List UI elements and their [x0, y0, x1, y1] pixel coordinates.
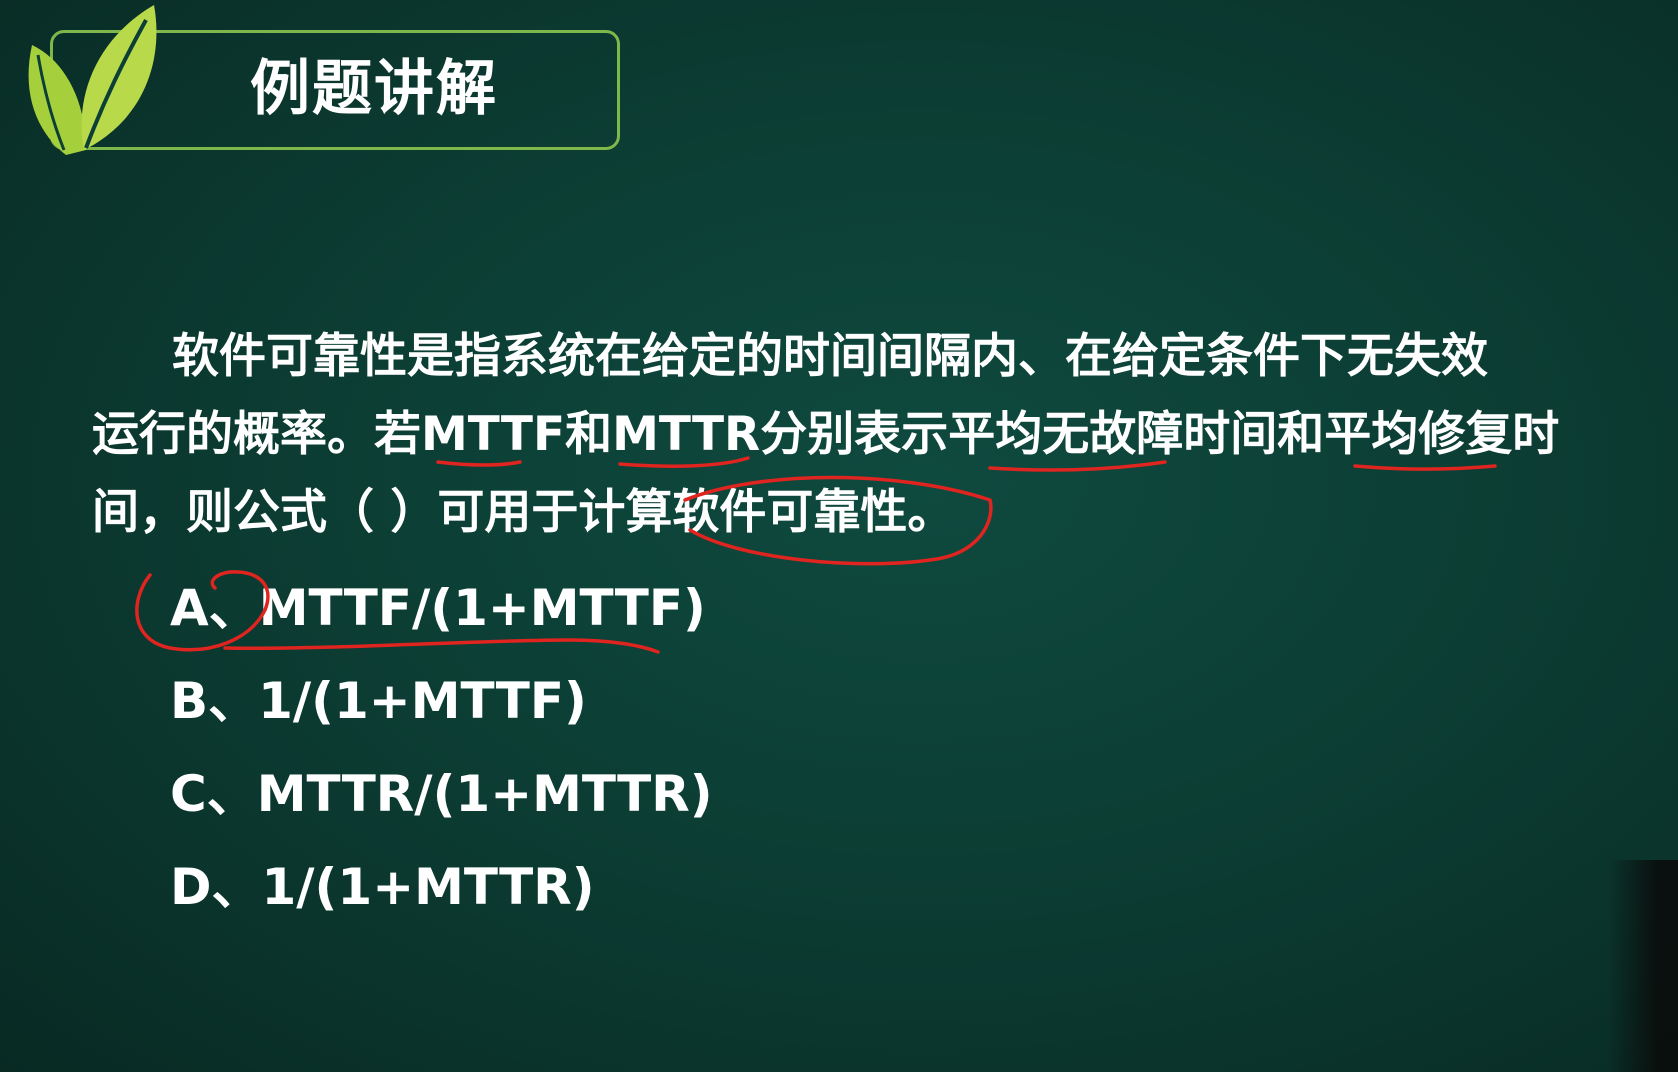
option-b: B、1/(1+MTTF) [170, 672, 587, 730]
slide-title: 例题讲解 [250, 54, 498, 124]
answer-options: A、MTTF/(1+MTTF) B、1/(1+MTTF) C、MTTR/(1+M… [170, 562, 713, 934]
question-line: 间，则公式（ ）可用于计算软件可靠性。 [92, 485, 955, 540]
option-d: D、1/(1+MTTR) [170, 858, 595, 916]
presenter-edge [1608, 860, 1678, 1072]
question-line: 运行的概率。若MTTF和MTTR分别表示平均无故障时间和平均修复时 [92, 407, 1560, 462]
lecture-slide: 例题讲解 软件可靠性是指系统在给定的时间间隔内、在给定条件下无失效 运行的概率。… [0, 0, 1678, 1072]
question-line: 软件可靠性是指系统在给定的时间间隔内、在给定条件下无失效 [172, 329, 1488, 384]
option-a: A、MTTF/(1+MTTF) [170, 579, 706, 637]
question-text: 软件可靠性是指系统在给定的时间间隔内、在给定条件下无失效 运行的概率。若MTTF… [92, 318, 1592, 552]
option-c: C、MTTR/(1+MTTR) [170, 765, 713, 823]
leaf-logo-icon [28, 5, 157, 155]
